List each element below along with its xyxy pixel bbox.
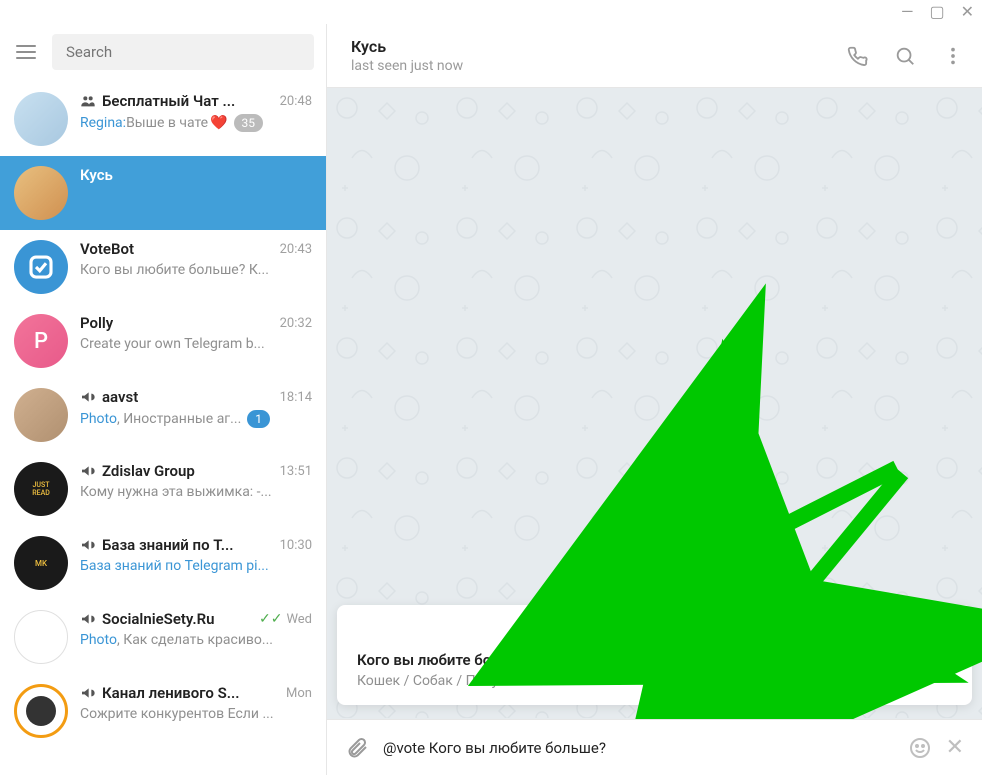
chat-sender: Regina:: [80, 115, 126, 131]
chat-background: Create new poll Кого вы любите больше? К…: [327, 88, 982, 719]
chat-link-preview: База знаний по Telegram pi...: [80, 558, 269, 574]
chat-preview-text: Кого вы любите больше? К...: [80, 262, 312, 278]
message-input[interactable]: [383, 739, 894, 757]
read-check-icon: ✓✓: [259, 611, 282, 627]
chat-preview-text: Кому нужна эта выжимка: -...: [80, 484, 312, 500]
avatar: [14, 388, 68, 442]
unread-badge: 35: [234, 114, 264, 132]
chat-item[interactable]: Бесплатный Чат ... 20:48 Regina: Выше в …: [0, 82, 326, 156]
chat-preview-text: , Как сделать красиво...: [117, 632, 273, 648]
clear-input-icon[interactable]: ✕: [946, 735, 964, 760]
chat-item[interactable]: MK База знаний по T... 10:30 База знаний…: [0, 526, 326, 600]
chat-preview-text: Create your own Telegram b...: [80, 336, 312, 352]
chat-time: 18:14: [280, 390, 312, 405]
chat-preview-text: Сожрите конкурентов Если ...: [80, 706, 312, 722]
search-input[interactable]: [52, 34, 314, 70]
bot-suggestion-popup[interactable]: Create new poll Кого вы любите больше? К…: [337, 605, 972, 705]
chat-title-text: База знаний по T...: [102, 536, 234, 554]
channel-icon: [80, 463, 96, 479]
unread-badge: 1: [247, 410, 270, 428]
heart-icon: ❤️: [210, 115, 227, 131]
call-icon[interactable]: [846, 45, 868, 67]
menu-icon[interactable]: [12, 41, 40, 63]
chat-time: Mon: [286, 686, 312, 701]
avatar: MK: [14, 536, 68, 590]
sidebar: Бесплатный Чат ... 20:48 Regina: Выше в …: [0, 24, 327, 775]
chat-time: 20:48: [280, 94, 312, 109]
channel-icon: [80, 537, 96, 553]
chat-item[interactable]: aavst 18:14 Photo, Иностранные аг... 1: [0, 378, 326, 452]
photo-label: Photo: [80, 632, 117, 648]
chat-list: Бесплатный Чат ... 20:48 Regina: Выше в …: [0, 82, 326, 775]
more-icon[interactable]: [942, 45, 964, 67]
chat-preview-text: Выше в чате: [126, 115, 208, 131]
poll-options: Кошек / Собак / Попугаев: [357, 673, 952, 689]
minimize-button[interactable]: —: [901, 4, 914, 20]
chat-preview-text: , Иностранные аг...: [117, 411, 241, 427]
chat-title-text: Zdislav Group: [102, 462, 195, 480]
chat-title-text: SocialnieSety.Ru: [102, 610, 215, 628]
chat-title-text: aavst: [102, 388, 138, 406]
chat-item[interactable]: P Polly 20:32 Create your own Telegram b…: [0, 304, 326, 378]
chat-item[interactable]: JUSTREAD Zdislav Group 13:51 Кому нужна …: [0, 452, 326, 526]
channel-icon: [80, 685, 96, 701]
chat-time: 13:51: [280, 464, 312, 479]
avatar: [14, 166, 68, 220]
chat-time: 20:43: [280, 242, 312, 257]
create-poll-link[interactable]: Create new poll: [357, 619, 952, 637]
chat-item[interactable]: SocialnieSety.Ru ✓✓Wed Photo, Как сделат…: [0, 600, 326, 674]
avatar-letter: P: [34, 329, 48, 354]
chat-title-text: Бесплатный Чат ...: [102, 92, 235, 110]
chat-time: ✓✓Wed: [259, 611, 312, 627]
chat-title-text: Канал ленивого S...: [102, 684, 240, 702]
message-input-row: ✕: [327, 719, 982, 775]
main-panel: Кусь last seen just now: [327, 24, 982, 775]
maximize-button[interactable]: ▢: [929, 4, 944, 20]
window-titlebar: — ▢ ✕: [0, 0, 982, 24]
group-icon: [80, 93, 96, 109]
chat-item[interactable]: VoteBot 20:43 Кого вы любите больше? К..…: [0, 230, 326, 304]
poll-question: Кого вы любите больше?: [357, 651, 952, 669]
photo-label: Photo: [80, 411, 117, 427]
chat-time: 20:32: [280, 316, 312, 331]
chat-time: 10:30: [280, 538, 312, 553]
close-window-button[interactable]: ✕: [961, 4, 974, 20]
channel-icon: [80, 389, 96, 405]
chat-header-status: last seen just now: [351, 58, 463, 74]
chat-header: Кусь last seen just now: [327, 24, 982, 88]
search-icon[interactable]: [894, 45, 916, 67]
chat-item[interactable]: Кусь: [0, 156, 326, 230]
chat-item[interactable]: Канал ленивого S... Mon Сожрите конкурен…: [0, 674, 326, 748]
emoji-icon[interactable]: [908, 736, 932, 760]
chat-title-text: VoteBot: [80, 240, 134, 258]
avatar: P: [14, 314, 68, 368]
chat-header-name[interactable]: Кусь: [351, 37, 463, 56]
search-row: [0, 24, 326, 82]
attach-icon[interactable]: [345, 736, 369, 760]
avatar: [14, 610, 68, 664]
avatar: [14, 240, 68, 294]
avatar: [14, 92, 68, 146]
avatar: JUSTREAD: [14, 462, 68, 516]
channel-icon: [80, 611, 96, 627]
avatar: [14, 684, 68, 738]
chat-title-text: Кусь: [80, 166, 113, 184]
chat-title-text: Polly: [80, 314, 113, 332]
